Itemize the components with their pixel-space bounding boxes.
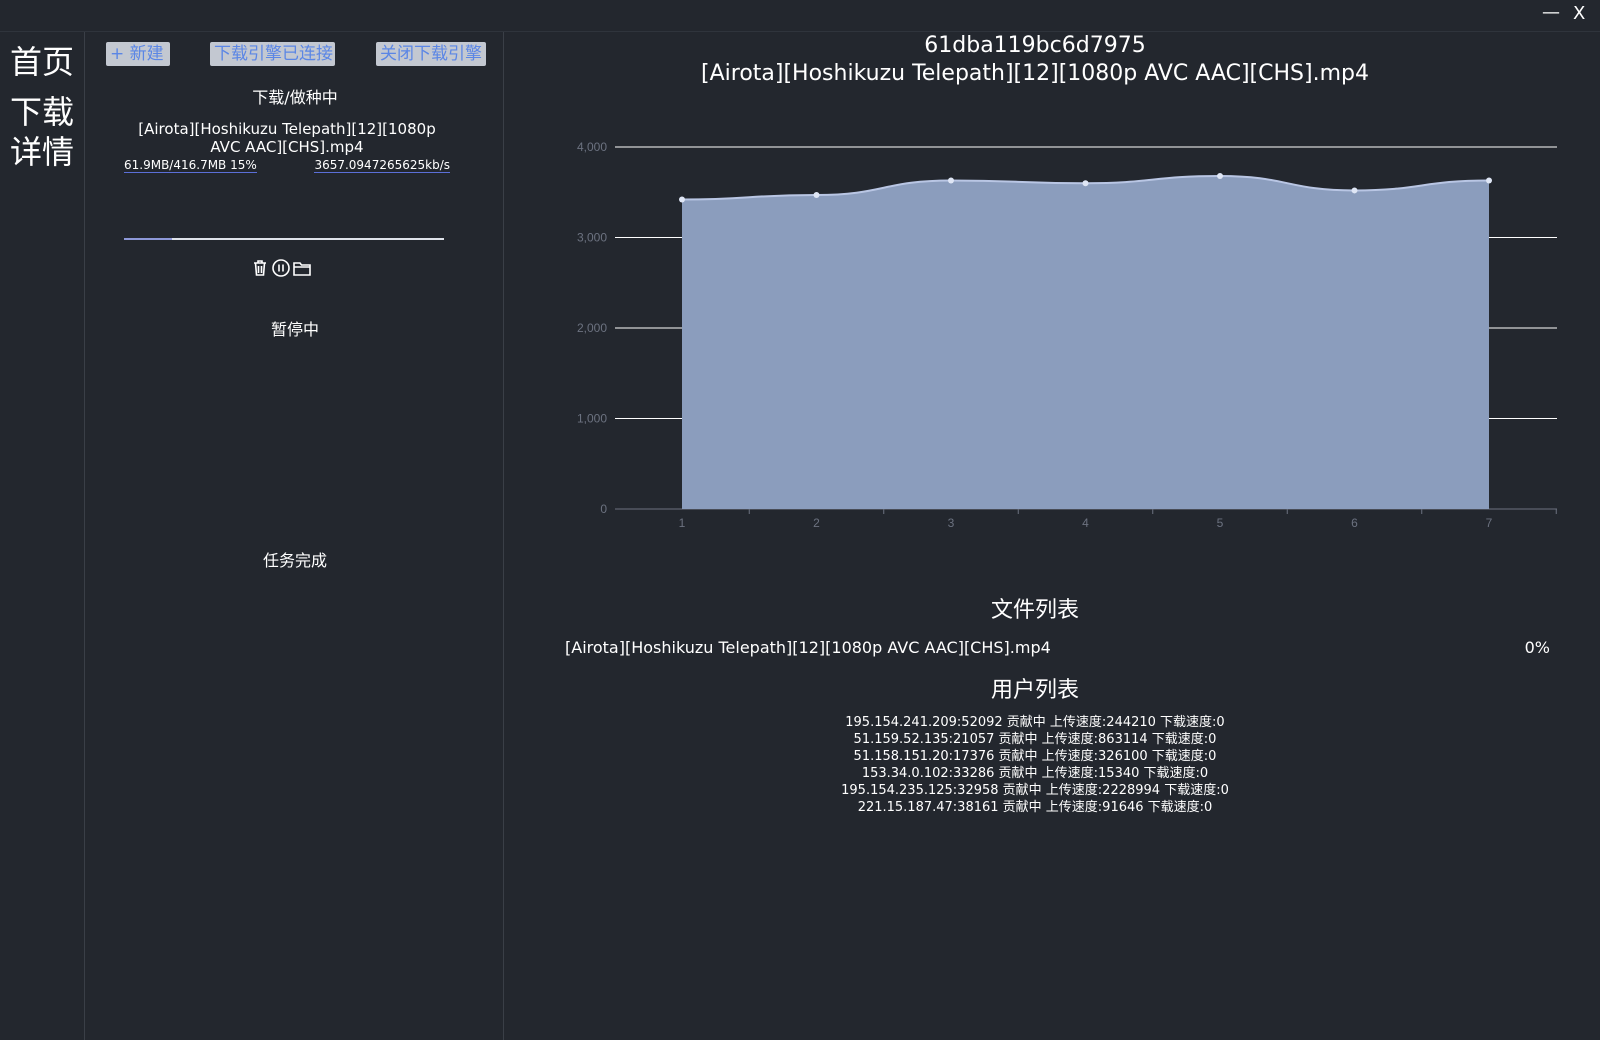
peer-row: 195.154.241.209:52092 贡献中 上传速度:244210 下载… (845, 715, 1225, 730)
task-size: 61.9MB/416.7MB 15% (124, 158, 257, 173)
engine-status-button[interactable]: 下载引擎已连接 (210, 42, 335, 66)
speed-chart-svg: 0 1,000 2,000 3,000 4,000 1 2 3 4 5 6 7 (577, 140, 1557, 530)
task-stats: 61.9MB/416.7MB 15% 3657.0947265625kb/s (124, 158, 450, 176)
trash-icon[interactable] (250, 258, 270, 278)
data-point (948, 177, 954, 184)
task-panel: + 新建 下载引擎已连接 关闭下载引擎 下载/做种中 [Airota][Hosh… (86, 32, 504, 1040)
section-done-title: 任务完成 (262, 551, 327, 570)
x-tick-label: 3 (948, 516, 955, 530)
data-point (1082, 180, 1089, 187)
speed-chart: 0 1,000 2,000 3,000 4,000 1 2 3 4 5 6 7 (565, 127, 1565, 577)
torrent-hash: 61dba119bc6d7975 (924, 33, 1146, 58)
detail-title: [Airota][Hoshikuzu Telepath][12][1080p A… (701, 61, 1369, 86)
nav-home[interactable]: 首页 (10, 42, 76, 82)
section-active-title: 下载/做种中 (252, 88, 338, 107)
task-progress-fill (124, 238, 172, 240)
x-tick-label: 5 (1217, 516, 1224, 530)
sidebar-nav: 首页 下载详情 (0, 32, 85, 1040)
data-point (679, 196, 685, 203)
y-tick-label: 0 (600, 502, 607, 516)
task-speed: 3657.0947265625kb/s (314, 158, 450, 173)
y-tick-label: 1,000 (577, 412, 607, 426)
x-tick-label: 1 (679, 516, 686, 530)
close-engine-button[interactable]: 关闭下载引擎 (376, 42, 486, 66)
minimize-button[interactable]: — (1542, 2, 1560, 24)
x-tick-label: 2 (813, 516, 820, 530)
data-point (1217, 172, 1223, 179)
pause-icon[interactable] (271, 258, 291, 278)
peer-row: 195.154.235.125:32958 贡献中 上传速度:2228994 下… (841, 783, 1229, 798)
peer-row: 221.15.187.47:38161 贡献中 上传速度:91646 下载速度:… (857, 800, 1213, 815)
data-point (1351, 187, 1358, 194)
app-window: — X 首页 下载详情 + 新建 下载引擎已连接 关闭下载引擎 下载/做种中 [… (0, 0, 1600, 1040)
section-paused-title: 暂停中 (270, 320, 319, 339)
file-name: [Airota][Hoshikuzu Telepath][12][1080p A… (565, 638, 1051, 657)
data-point (1486, 177, 1492, 184)
file-progress: 0% (1524, 638, 1550, 657)
file-list-title: 文件列表 (990, 598, 1079, 623)
title-bar: — X (0, 0, 1600, 32)
file-row[interactable]: [Airota][Hoshikuzu Telepath][12][1080p A… (565, 638, 1550, 660)
folder-icon[interactable] (292, 258, 312, 278)
peer-row: 51.159.52.135:21057 贡献中 上传速度:863114 下载速度… (853, 732, 1217, 747)
x-tick-label: 6 (1351, 516, 1358, 530)
y-tick-label: 4,000 (577, 140, 607, 154)
close-button[interactable]: X (1573, 3, 1585, 25)
peer-row: 153.34.0.102:33286 贡献中 上传速度:15340 下载速度:0 (861, 766, 1209, 781)
x-tick-label: 7 (1486, 516, 1493, 530)
detail-main: 61dba119bc6d7975 [Airota][Hoshikuzu Tele… (505, 32, 1600, 1040)
y-tick-label: 3,000 (577, 231, 607, 245)
peer-row: 51.158.151.20:17376 贡献中 上传速度:326100 下载速度… (853, 749, 1217, 764)
area-fill (682, 175, 1489, 509)
data-point (813, 191, 820, 198)
user-list-title: 用户列表 (990, 678, 1079, 703)
task-name: [Airota][Hoshikuzu Telepath][12][1080p A… (138, 120, 436, 156)
x-tick-label: 4 (1082, 516, 1089, 530)
new-task-button[interactable]: + 新建 (106, 42, 170, 66)
task-actions (250, 258, 312, 278)
task-card[interactable]: [Airota][Hoshikuzu Telepath][12][1080p A… (124, 120, 450, 277)
peer-list: 195.154.241.209:52092 贡献中 上传速度:244210 下载… (505, 714, 1565, 816)
task-progress-bar (124, 238, 444, 240)
nav-download-detail[interactable]: 下载详情 (10, 92, 76, 172)
y-tick-label: 2,000 (577, 321, 607, 335)
